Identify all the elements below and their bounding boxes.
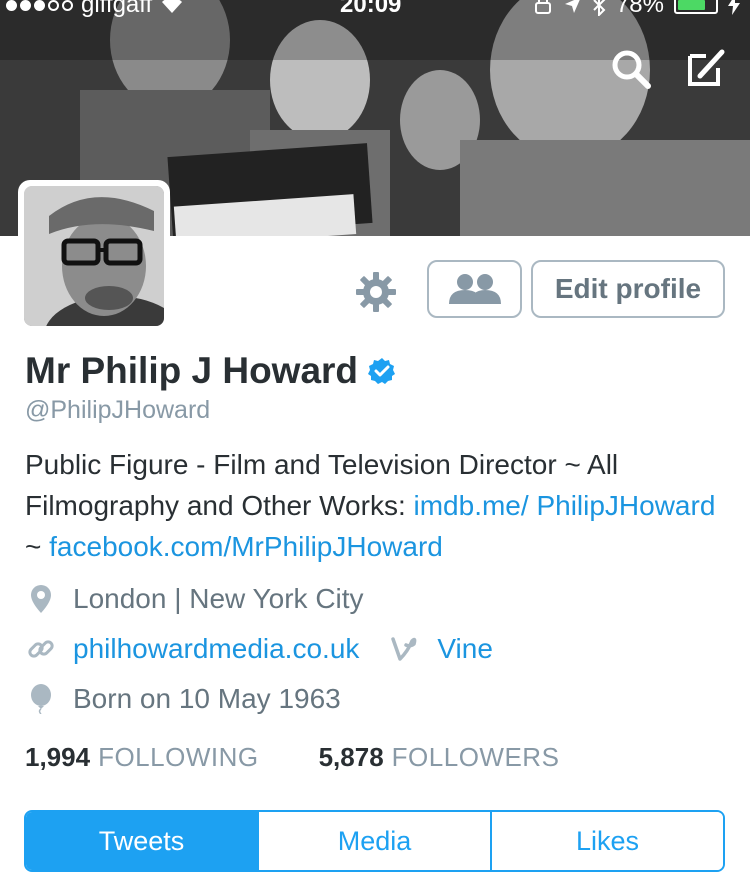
lists-button[interactable] (427, 260, 522, 318)
website-link[interactable]: philhowardmedia.co.uk (73, 633, 359, 665)
signal-icon (6, 0, 73, 11)
birthday-text: Born on 10 May 1963 (73, 683, 341, 714)
follow-stats: 1,994 FOLLOWING 5,878 FOLLOWERS (25, 742, 559, 773)
status-left: giffgaff (6, 0, 184, 18)
status-time: 20:09 (340, 0, 402, 18)
gear-icon (356, 272, 396, 312)
following-stat[interactable]: 1,994 FOLLOWING (25, 742, 259, 773)
tab-likes[interactable]: Likes (492, 812, 723, 870)
followers-label: FOLLOWERS (391, 742, 560, 772)
profile-name: Mr Philip J Howard (25, 350, 359, 391)
vine-link-group[interactable]: Vine (389, 633, 493, 665)
status-bar: giffgaff 20:09 78% (0, 0, 750, 22)
profile-birthday: Born on 10 May 1963 (25, 683, 341, 715)
avatar-photo (24, 186, 164, 326)
location-pin-icon (25, 583, 57, 615)
edit-profile-button[interactable]: Edit profile (531, 260, 725, 318)
location-arrow-icon (564, 0, 580, 13)
people-icon (448, 274, 501, 304)
profile-handle: @PhilipJHoward (25, 396, 211, 424)
settings-button[interactable] (354, 270, 398, 314)
profile-name-row: Mr Philip J Howard (25, 350, 396, 392)
battery-percent: 78% (615, 0, 664, 18)
location-text: London | New York City (73, 583, 364, 614)
followers-count: 5,878 (318, 742, 384, 772)
profile-bio: Public Figure - Film and Television Dire… (25, 444, 725, 567)
compose-icon (688, 49, 725, 86)
profile-tabs: Tweets Media Likes (24, 810, 725, 872)
link-icon (25, 633, 57, 665)
profile-location: London | New York City (25, 583, 364, 615)
bio-separator: ~ (25, 531, 50, 562)
carrier-name: giffgaff (81, 0, 153, 18)
bio-link-imdb[interactable]: imdb.me/ PhilipJHoward (414, 490, 716, 521)
lock-rotation-icon (534, 0, 551, 14)
balloon-icon (25, 683, 57, 715)
status-right: 78% (532, 0, 740, 18)
followers-stat[interactable]: 5,878 FOLLOWERS (319, 742, 560, 773)
charging-icon (728, 0, 740, 15)
avatar[interactable] (18, 180, 170, 332)
bio-link-facebook[interactable]: facebook.com/MrPhilipJHoward (49, 531, 443, 562)
bluetooth-icon (593, 0, 606, 16)
tab-tweets[interactable]: Tweets (26, 812, 259, 870)
vine-icon (389, 633, 421, 665)
search-button[interactable] (608, 46, 654, 92)
verified-badge-icon (368, 358, 396, 384)
battery-icon (674, 0, 718, 14)
tab-media[interactable]: Media (259, 812, 492, 870)
vine-link[interactable]: Vine (437, 633, 493, 665)
search-icon (612, 50, 651, 89)
wifi-icon (162, 0, 183, 13)
compose-button[interactable] (682, 46, 728, 92)
following-count: 1,994 (25, 742, 91, 772)
following-label: FOLLOWING (98, 742, 259, 772)
header-actions (608, 46, 728, 92)
profile-website-row: philhowardmedia.co.uk Vine (25, 633, 493, 665)
